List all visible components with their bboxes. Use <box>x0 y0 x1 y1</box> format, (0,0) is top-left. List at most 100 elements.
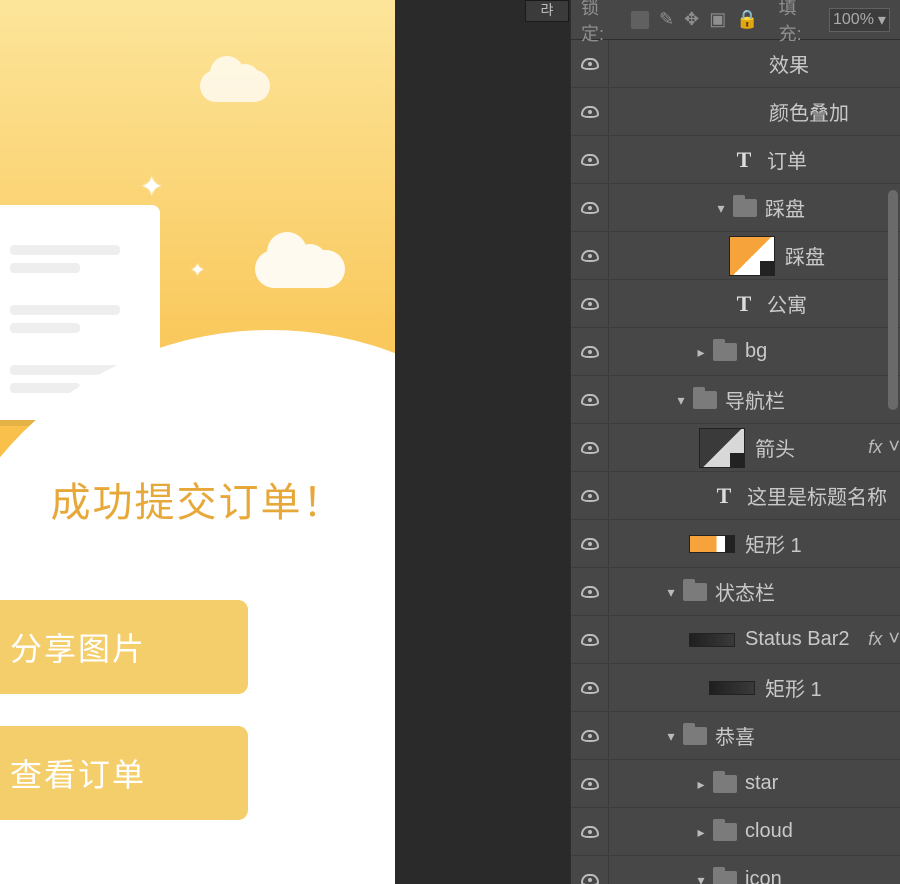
visibility-toggle[interactable] <box>571 808 609 855</box>
layer-name[interactable]: 恭喜 <box>715 721 900 750</box>
chevron-down-icon[interactable] <box>689 868 713 884</box>
layer-name[interactable]: 订单 <box>767 145 900 174</box>
layer-row[interactable]: Status Bar2fx ˅ <box>571 616 900 664</box>
share-image-button[interactable]: 分享图片 <box>0 600 248 694</box>
layer-name[interactable]: 矩形 1 <box>745 529 900 558</box>
visibility-toggle[interactable] <box>571 424 609 471</box>
fx-badge[interactable]: fx <box>868 629 882 650</box>
layer-row[interactable]: bg <box>571 328 900 376</box>
lock-all-icon[interactable]: 🔒 <box>736 9 758 30</box>
layer-thumbnail[interactable] <box>729 236 775 276</box>
fill-value-text: 100% <box>833 11 874 29</box>
layer-name[interactable]: 导航栏 <box>725 385 900 414</box>
layer-row[interactable]: 矩形 1 <box>571 664 900 712</box>
chevron-right-icon[interactable] <box>689 772 713 795</box>
chevron-down-icon[interactable] <box>659 580 683 603</box>
lock-move-icon[interactable]: ✥ <box>684 9 699 30</box>
layers-panel: 锁定: ✎ ✥ ▣ 🔒 填充: 100% ▾ 效果颜色叠加T订单踩盘踩盘T公寓b… <box>570 0 900 884</box>
chevron-down-icon[interactable] <box>669 388 693 411</box>
layer-row[interactable]: 恭喜 <box>571 712 900 760</box>
visibility-toggle[interactable] <box>571 232 609 279</box>
star-icon: ✦ <box>190 260 205 281</box>
visibility-toggle[interactable] <box>571 760 609 807</box>
eye-icon <box>581 298 599 310</box>
layer-name[interactable]: 踩盘 <box>785 241 900 270</box>
layer-name[interactable]: 状态栏 <box>715 577 900 606</box>
layer-row[interactable]: star <box>571 760 900 808</box>
view-orders-button[interactable]: 查看订单 <box>0 726 248 820</box>
layer-thumbnail[interactable] <box>699 428 745 468</box>
visibility-toggle[interactable] <box>571 376 609 423</box>
visibility-toggle[interactable] <box>571 280 609 327</box>
layer-row[interactable]: 矩形 1 <box>571 520 900 568</box>
layer-row[interactable]: 箭头fx ˅ <box>571 424 900 472</box>
visibility-toggle[interactable] <box>571 856 609 884</box>
layer-row[interactable]: cloud <box>571 808 900 856</box>
visibility-toggle[interactable] <box>571 664 609 711</box>
eye-icon <box>581 394 599 406</box>
eye-icon <box>581 202 599 214</box>
visibility-toggle[interactable] <box>571 616 609 663</box>
layer-row[interactable]: 状态栏 <box>571 568 900 616</box>
layer-row[interactable]: 踩盘 <box>571 184 900 232</box>
eye-icon <box>581 346 599 358</box>
layer-thumbnail[interactable] <box>689 633 735 647</box>
layer-name[interactable]: 踩盘 <box>765 193 900 222</box>
folder-icon <box>683 583 707 601</box>
lock-transparent-icon[interactable] <box>631 11 649 29</box>
visibility-toggle[interactable] <box>571 328 609 375</box>
layer-row[interactable]: 效果 <box>571 40 900 88</box>
visibility-toggle[interactable] <box>571 136 609 183</box>
layer-name[interactable]: 效果 <box>769 49 900 78</box>
chevron-down-icon[interactable]: ˅ <box>888 436 900 459</box>
visibility-toggle[interactable] <box>571 568 609 615</box>
chevron-down-icon[interactable]: ˅ <box>888 628 900 651</box>
layer-name[interactable]: Status Bar2 <box>745 628 868 651</box>
chevron-right-icon[interactable] <box>689 340 713 363</box>
layers-scrollbar[interactable] <box>888 190 898 410</box>
star-icon: ✦ <box>140 170 163 203</box>
design-canvas[interactable]: ✦ ✦ 成功提交订单！ 分享图片 查看订单 <box>0 0 395 884</box>
visibility-toggle[interactable] <box>571 88 609 135</box>
layer-row[interactable]: 颜色叠加 <box>571 88 900 136</box>
layer-row[interactable]: 导航栏 <box>571 376 900 424</box>
layer-row[interactable]: T公寓 <box>571 280 900 328</box>
cloud-icon <box>255 250 345 288</box>
layer-row[interactable]: 踩盘 <box>571 232 900 280</box>
eye-icon <box>581 682 599 694</box>
chevron-down-icon[interactable] <box>659 724 683 747</box>
visibility-toggle[interactable] <box>571 472 609 519</box>
chevron-right-icon[interactable] <box>689 820 713 843</box>
layer-row[interactable]: T这里是标题名称 <box>571 472 900 520</box>
folder-icon <box>713 775 737 793</box>
layer-name[interactable]: cloud <box>745 820 900 843</box>
visibility-toggle[interactable] <box>571 40 609 87</box>
layer-row[interactable]: icon <box>571 856 900 884</box>
eye-icon <box>581 442 599 454</box>
chevron-down-icon[interactable]: ▾ <box>878 10 886 30</box>
text-layer-icon: T <box>729 147 759 173</box>
eye-icon <box>581 778 599 790</box>
visibility-toggle[interactable] <box>571 520 609 567</box>
layer-name[interactable]: star <box>745 772 900 795</box>
chevron-down-icon[interactable] <box>709 196 733 219</box>
fx-badge[interactable]: fx <box>868 437 882 458</box>
layer-name[interactable]: 箭头 <box>755 433 868 462</box>
lock-crop-icon[interactable]: ▣ <box>709 9 726 30</box>
tool-indicator[interactable]: 랴 <box>525 0 569 22</box>
layer-name[interactable]: 公寓 <box>767 289 900 318</box>
layer-thumbnail[interactable] <box>689 535 735 553</box>
layer-name[interactable]: icon <box>745 868 900 884</box>
fill-value-input[interactable]: 100% ▾ <box>829 8 890 32</box>
layer-thumbnail[interactable] <box>709 681 755 695</box>
visibility-toggle[interactable] <box>571 184 609 231</box>
layer-row[interactable]: T 订单 <box>571 136 900 184</box>
lock-brush-icon[interactable]: ✎ <box>659 9 674 30</box>
folder-icon <box>713 823 737 841</box>
visibility-toggle[interactable] <box>571 712 609 759</box>
layer-name[interactable]: 这里是标题名称 <box>747 481 900 510</box>
layer-name[interactable]: bg <box>745 340 900 363</box>
layer-name[interactable]: 矩形 1 <box>765 673 900 702</box>
layer-name[interactable]: 颜色叠加 <box>769 97 900 126</box>
cloud-icon <box>200 70 270 102</box>
